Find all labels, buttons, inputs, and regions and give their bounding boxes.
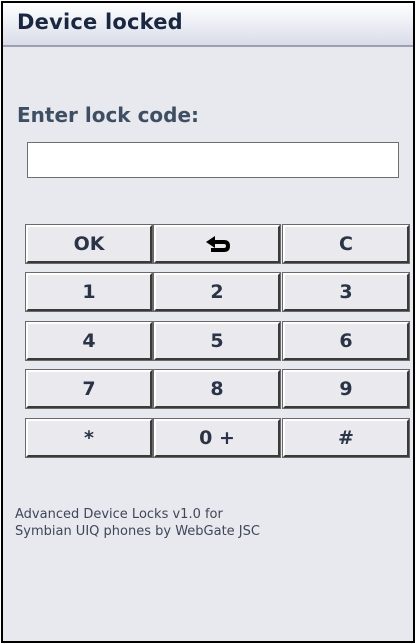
backspace-arrow-icon (206, 236, 230, 252)
clear-button[interactable]: C (282, 224, 410, 264)
key-4-label: 4 (82, 330, 96, 352)
app-window: Device locked Enter lock code: OK C 1 2 … (1, 1, 415, 643)
title-bar: Device locked (3, 3, 413, 47)
about-line-1: Advanced Device Locks v1.0 for (15, 507, 223, 522)
key-0-plus[interactable]: 0 + (153, 418, 281, 458)
key-star-label: * (84, 427, 94, 449)
backspace-button[interactable] (153, 224, 281, 264)
about-line-2: Symbian UIQ phones by WebGate JSC (15, 524, 260, 539)
key-3-label: 3 (339, 281, 353, 303)
key-5[interactable]: 5 (153, 321, 281, 361)
key-6-label: 6 (339, 330, 353, 352)
window-title: Device locked (17, 10, 183, 34)
ok-button-label: OK (73, 233, 105, 255)
key-hash[interactable]: # (282, 418, 410, 458)
key-9-label: 9 (339, 378, 353, 400)
lock-code-input[interactable] (27, 142, 399, 178)
key-2-label: 2 (210, 281, 224, 303)
key-7[interactable]: 7 (25, 369, 153, 409)
key-9[interactable]: 9 (282, 369, 410, 409)
clear-button-label: C (339, 233, 353, 255)
key-3[interactable]: 3 (282, 272, 410, 312)
key-5-label: 5 (210, 330, 224, 352)
about-text: Advanced Device Locks v1.0 for Symbian U… (15, 506, 260, 540)
key-0-plus-label: 0 + (199, 427, 235, 449)
key-1-label: 1 (82, 281, 96, 303)
key-2[interactable]: 2 (153, 272, 281, 312)
key-8-label: 8 (210, 378, 224, 400)
lock-code-prompt: Enter lock code: (17, 103, 200, 127)
key-4[interactable]: 4 (25, 321, 153, 361)
key-star[interactable]: * (25, 418, 153, 458)
key-7-label: 7 (82, 378, 96, 400)
key-6[interactable]: 6 (282, 321, 410, 361)
key-hash-label: # (338, 427, 354, 449)
key-8[interactable]: 8 (153, 369, 281, 409)
key-1[interactable]: 1 (25, 272, 153, 312)
ok-button[interactable]: OK (25, 224, 153, 264)
